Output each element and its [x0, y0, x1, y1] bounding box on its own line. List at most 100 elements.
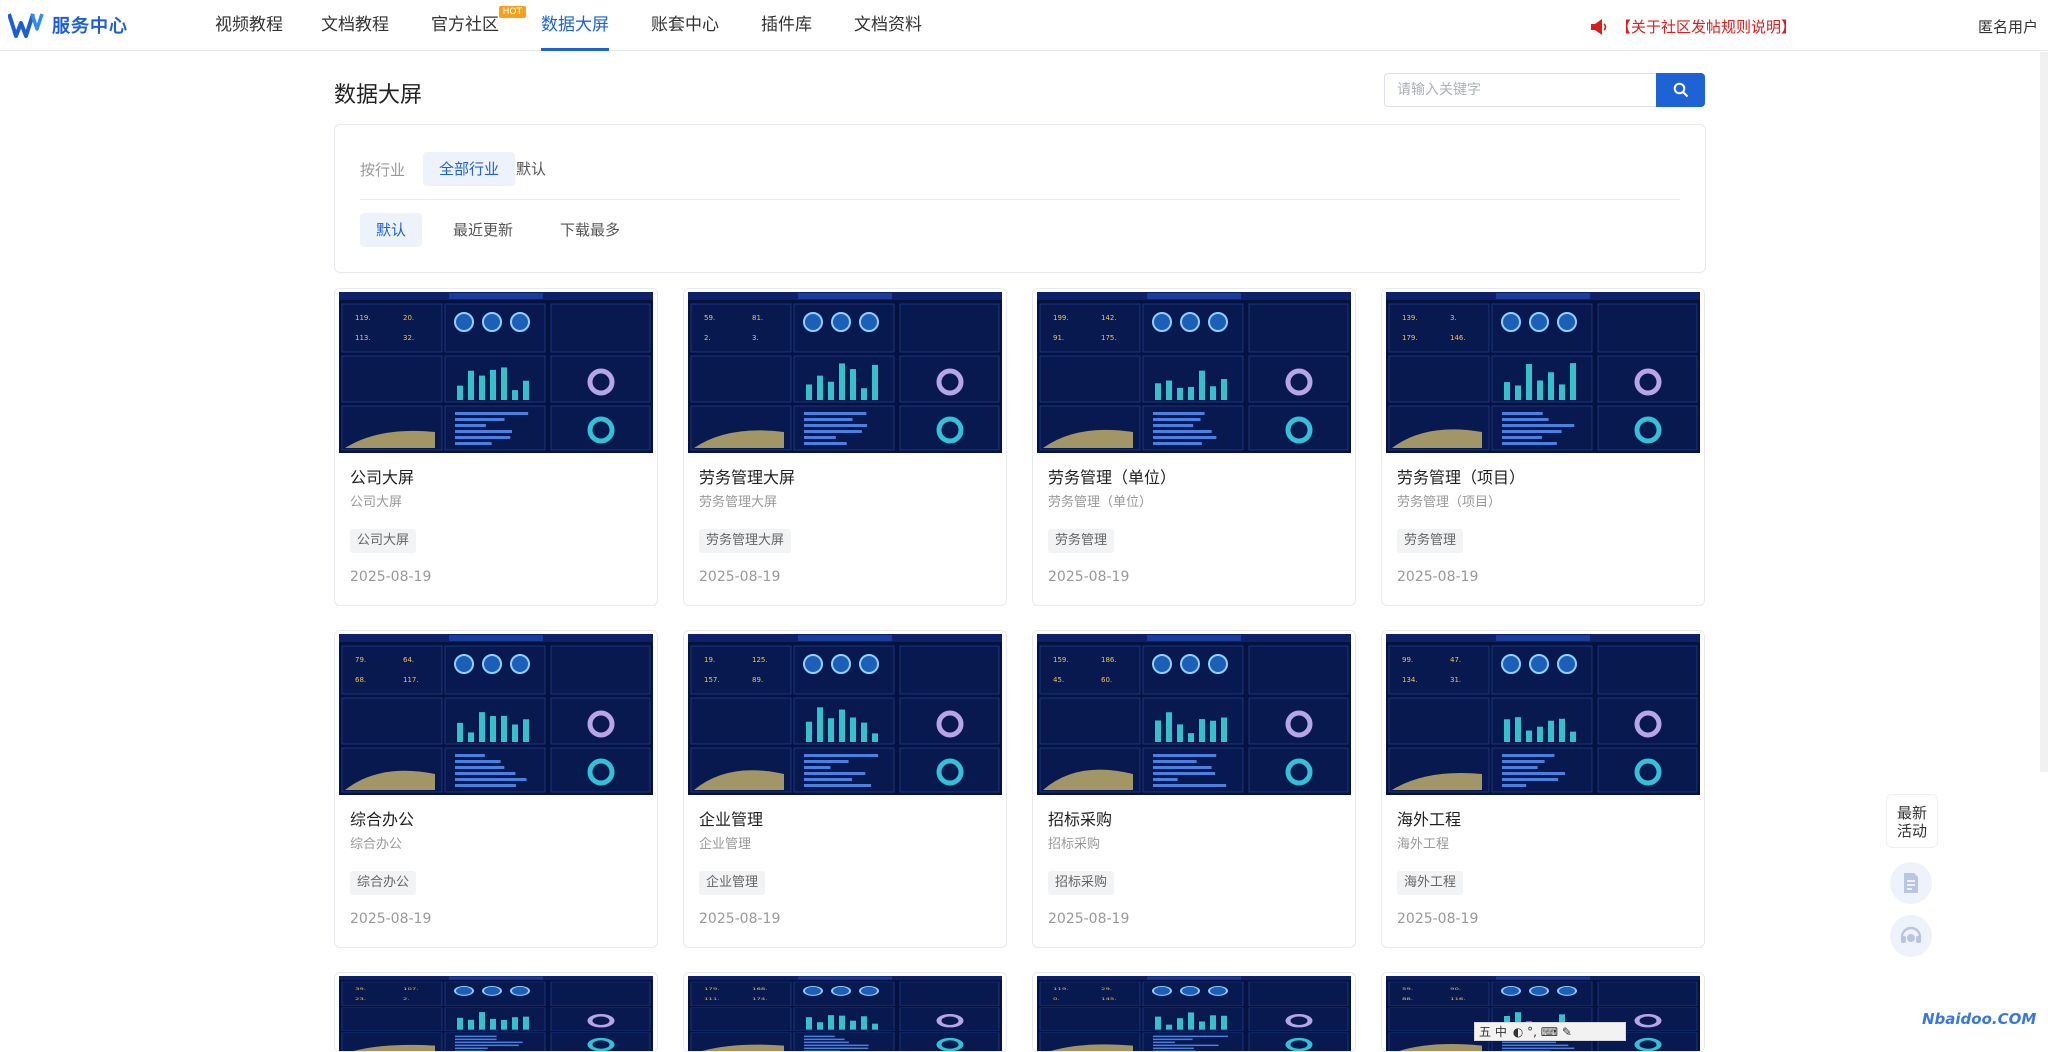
- svg-text:39.: 39.: [355, 987, 366, 991]
- svg-text:113.: 113.: [355, 334, 371, 342]
- svg-text:2.: 2.: [403, 997, 410, 1001]
- card-title[interactable]: 海外工程: [1397, 806, 1461, 830]
- page-scrollbar[interactable]: [2040, 52, 2048, 772]
- svg-text:29.: 29.: [1101, 987, 1112, 991]
- svg-text:186.: 186.: [1101, 656, 1117, 664]
- card-subtitle: 劳务管理（项目）: [1397, 495, 1502, 510]
- svg-text:68.: 68.: [355, 676, 366, 684]
- nav-video-tutorials[interactable]: 视频教程: [215, 0, 283, 51]
- nav-data-screen[interactable]: 数据大屏: [541, 0, 609, 51]
- dashboard-card[interactable]: 59. 81. 2. 3. 劳务管理大屏 劳务管理大屏 劳务管理大屏 2025-08-19: [683, 288, 1007, 606]
- customer-service-float-button[interactable]: [1890, 915, 1932, 957]
- notice-link[interactable]: 【关于社区发帖规则说明】: [1590, 16, 1796, 37]
- dashboard-card-partial[interactable]: 179. 168. 111. 174.: [683, 972, 1007, 1052]
- card-title[interactable]: 劳务管理（项目）: [1397, 464, 1525, 488]
- card-title[interactable]: 公司大屏: [350, 464, 414, 488]
- svg-text:119.: 119.: [355, 314, 371, 322]
- card-title[interactable]: 综合办公: [350, 806, 414, 830]
- nav-documents[interactable]: 文档资料: [854, 0, 922, 51]
- card-title[interactable]: 劳务管理大屏: [699, 464, 795, 488]
- dashboard-thumbnail[interactable]: 59. 81. 2. 3.: [688, 292, 1002, 453]
- document-float-button[interactable]: [1890, 862, 1932, 904]
- card-tag[interactable]: 劳务管理: [1397, 529, 1464, 553]
- card-title[interactable]: 招标采购: [1048, 806, 1112, 830]
- search-button[interactable]: [1656, 73, 1705, 107]
- dashboard-card[interactable]: 79. 64. 68. 117. 综合办公 综合办公 综合办公 2025-08-19: [334, 630, 658, 948]
- svg-text:119.: 119.: [1053, 987, 1069, 991]
- logo[interactable]: 服务中心: [8, 11, 128, 39]
- svg-text:139.: 139.: [1402, 314, 1418, 322]
- dashboard-thumbnail[interactable]: 159. 186. 45. 60.: [1037, 634, 1351, 795]
- svg-text:3.: 3.: [752, 334, 759, 342]
- card-title[interactable]: 劳务管理（单位）: [1048, 464, 1176, 488]
- svg-text:64.: 64.: [403, 656, 414, 664]
- industry-option-default[interactable]: 默认: [516, 152, 562, 186]
- ime-toolbar: 五 中 ◐ °, ⌨ ✎: [1474, 1022, 1626, 1041]
- dashboard-thumbnail[interactable]: 79. 64. 68. 117.: [339, 634, 653, 795]
- nav-plugin-library[interactable]: 插件库: [761, 0, 812, 51]
- industry-option-all[interactable]: 全部行业: [423, 152, 516, 186]
- dashboard-thumbnail[interactable]: 199. 142. 91. 175.: [1037, 292, 1351, 453]
- dashboard-thumbnail[interactable]: 119. 20. 113. 32.: [339, 292, 653, 453]
- svg-text:146.: 146.: [1450, 334, 1466, 342]
- card-title[interactable]: 企业管理: [699, 806, 763, 830]
- card-tag[interactable]: 招标采购: [1048, 871, 1115, 895]
- svg-text:157.: 157.: [704, 676, 720, 684]
- card-subtitle: 劳务管理大屏: [699, 495, 778, 510]
- svg-text:99.: 99.: [1402, 656, 1413, 664]
- user-name[interactable]: 匿名用户: [1978, 16, 2038, 37]
- filter-panel: 按行业 全部行业 默认 默认 最近更新 下载最多: [334, 124, 1706, 273]
- dashboard-thumbnail[interactable]: 99. 47. 134. 31.: [1386, 634, 1700, 795]
- dashboard-card[interactable]: 139. 3. 179. 146. 劳务管理（项目） 劳务管理（项目） 劳务管理 2025-0…: [1381, 288, 1705, 606]
- svg-text:168.: 168.: [752, 987, 768, 991]
- search-icon: [1673, 82, 1688, 98]
- card-subtitle: 企业管理: [699, 837, 752, 852]
- sort-option-recent[interactable]: 最近更新: [437, 213, 529, 247]
- document-icon: [1904, 873, 1918, 893]
- svg-text:47.: 47.: [1450, 656, 1461, 664]
- card-tag[interactable]: 企业管理: [699, 871, 766, 895]
- card-date: 2025-08-19: [1048, 569, 1130, 585]
- svg-text:179.: 179.: [704, 987, 720, 991]
- dashboard-card-partial[interactable]: 119. 29. 0. 145.: [1032, 972, 1356, 1052]
- latest-activity-button[interactable]: 最新 活动: [1886, 794, 1938, 848]
- sort-option-downloads[interactable]: 下载最多: [544, 213, 636, 247]
- dashboard-thumbnail[interactable]: 139. 3. 179. 146.: [1386, 292, 1700, 453]
- card-subtitle: 劳务管理（单位）: [1048, 495, 1153, 510]
- card-tag[interactable]: 海外工程: [1397, 871, 1464, 895]
- dashboard-card[interactable]: 159. 186. 45. 60. 招标采购 招标采购 招标采购 2025-08-19: [1032, 630, 1356, 948]
- nav-account-center[interactable]: 账套中心: [651, 0, 719, 51]
- sort-option-default[interactable]: 默认: [360, 213, 423, 247]
- nav-doc-tutorials[interactable]: 文档教程: [321, 0, 389, 51]
- card-tag[interactable]: 综合办公: [350, 871, 417, 895]
- industry-filter-label: 按行业: [360, 160, 406, 179]
- sort-filter-row: 默认 最近更新 下载最多: [360, 213, 637, 247]
- svg-text:45.: 45.: [1053, 676, 1064, 684]
- ime-tools-icon: ◐ °, ⌨ ✎: [1512, 1024, 1572, 1039]
- search-input[interactable]: [1384, 73, 1656, 107]
- svg-text:89.: 89.: [752, 676, 763, 684]
- svg-text:175.: 175.: [1101, 334, 1117, 342]
- card-tag[interactable]: 劳务管理: [1048, 529, 1115, 553]
- dashboard-card[interactable]: 19. 125. 157. 89. 企业管理 企业管理 企业管理 2025-08-19: [683, 630, 1007, 948]
- dashboard-card-partial[interactable]: 39. 107. 23. 2.: [334, 972, 658, 1052]
- headset-icon: [1900, 926, 1922, 943]
- svg-text:88.: 88.: [1402, 997, 1413, 1001]
- main-nav: 视频教程 文档教程 官方社区 HOT 数据大屏 账套中心 插件库 文档资料: [215, 0, 922, 51]
- nav-community[interactable]: 官方社区 HOT: [431, 0, 526, 51]
- svg-text:145.: 145.: [1101, 997, 1117, 1001]
- dashboard-card[interactable]: 199. 142. 91. 175. 劳务管理（单位） 劳务管理（单位） 劳务管理 2025-…: [1032, 288, 1356, 606]
- dashboard-card[interactable]: 119. 20. 113. 32. 公司大屏 公司大屏 公司大屏 2025-08-19: [334, 288, 658, 606]
- svg-text:2.: 2.: [704, 334, 711, 342]
- svg-text:79.: 79.: [355, 656, 366, 664]
- card-tag[interactable]: 公司大屏: [350, 529, 417, 553]
- svg-text:125.: 125.: [752, 656, 768, 664]
- nav-community-label: 官方社区: [431, 15, 499, 35]
- svg-text:81.: 81.: [752, 314, 763, 322]
- card-tag[interactable]: 劳务管理大屏: [699, 529, 792, 553]
- dashboard-card[interactable]: 99. 47. 134. 31. 海外工程 海外工程 海外工程 2025-08-19: [1381, 630, 1705, 948]
- logo-text: 服务中心: [52, 16, 128, 37]
- dashboard-thumbnail[interactable]: 19. 125. 157. 89.: [688, 634, 1002, 795]
- svg-text:20.: 20.: [403, 314, 414, 322]
- search-box: [1384, 73, 1705, 107]
